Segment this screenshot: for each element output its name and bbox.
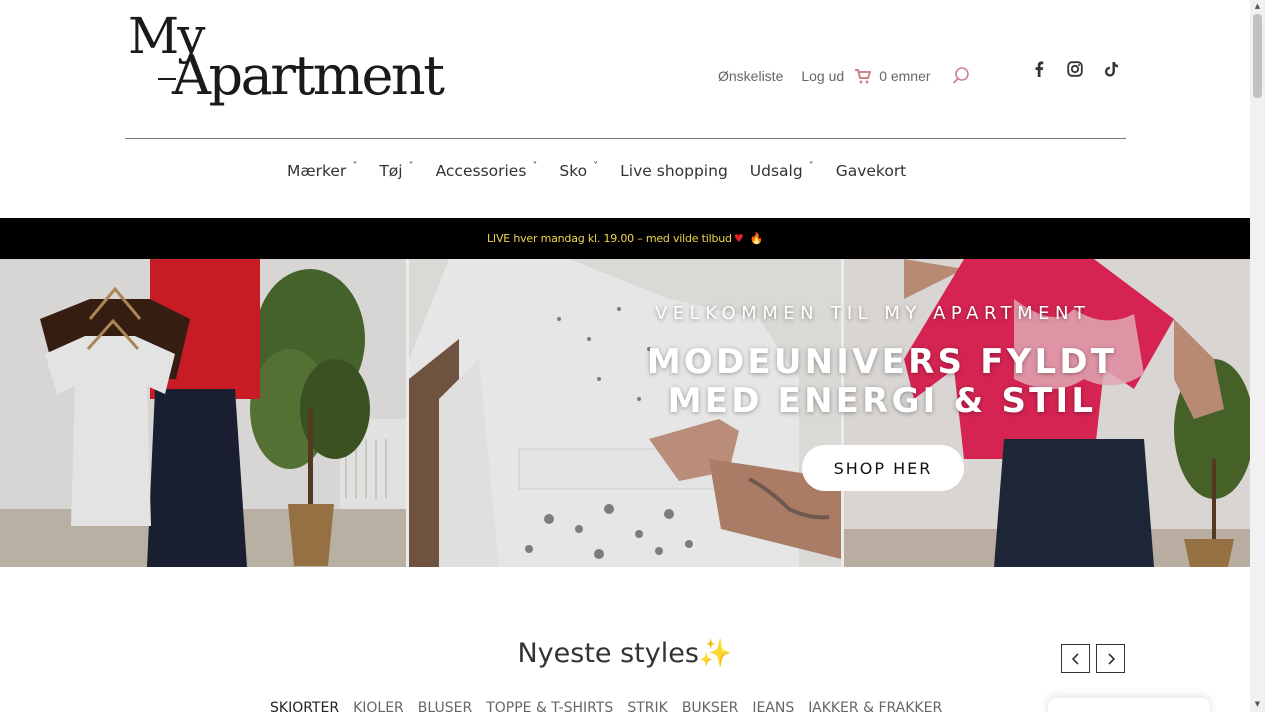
hero-title-line2: MED ENERGI & STIL: [667, 381, 1097, 421]
chevron-down-icon: ˅: [408, 160, 414, 172]
search-icon[interactable]: [951, 66, 971, 86]
nav-item-toej[interactable]: Tøj ˅: [379, 160, 414, 181]
hero-title-line1: MODEUNIVERS FYLDT: [646, 342, 1118, 382]
chevron-down-icon: ˅: [532, 160, 538, 172]
logout-link[interactable]: Log ud: [801, 68, 844, 84]
cart-count: 0 emner: [879, 68, 931, 84]
nav-item-maerker[interactable]: Mærker ˅: [287, 160, 358, 181]
main-navigation: Mærker ˅ Tøj ˅ Accessories ˅ Sko ˅ Live shop…: [287, 160, 928, 181]
category-tabs: SKJORTER KJOLER BLUSER TOPPE & T-SHIRTS …: [270, 700, 942, 712]
tab-bluser[interactable]: BLUSER: [418, 700, 472, 712]
chevron-down-icon: ˅: [352, 160, 358, 172]
tab-kjoler[interactable]: KJOLER: [353, 700, 404, 712]
shop-now-button[interactable]: SHOP HER: [802, 445, 964, 491]
hero-banner: VELKOMMEN TIL MY APARTMENT MODEUNIVERS F…: [0, 259, 1250, 567]
nav-item-sko[interactable]: Sko ˅: [559, 160, 599, 181]
site-logo[interactable]: My Apartment: [128, 10, 448, 110]
carousel-next-button[interactable]: [1096, 644, 1125, 673]
heart-icon: ♥: [733, 232, 744, 245]
logo-text-apartment: Apartment: [172, 44, 445, 107]
hero-subtitle: VELKOMMEN TIL MY APARTMENT: [655, 303, 1091, 324]
page-scrollbar[interactable]: ▲ ▼: [1250, 0, 1265, 712]
announcement-bar: LIVE hver mandag kl. 19.00 – med vilde t…: [0, 218, 1250, 259]
tab-bukser[interactable]: BUKSER: [682, 700, 739, 712]
nav-item-live-shopping[interactable]: Live shopping: [620, 162, 728, 180]
fire-icon: 🔥: [749, 232, 764, 245]
tab-jeans[interactable]: JEANS: [752, 700, 794, 712]
chevron-down-icon: ˅: [808, 160, 814, 172]
tiktok-icon[interactable]: [1102, 60, 1120, 78]
header-divider: [125, 138, 1126, 139]
floating-widget[interactable]: [1048, 698, 1210, 712]
sparkle-icon: ✨: [698, 638, 733, 669]
chevron-left-icon: [1071, 652, 1079, 665]
cart-icon: [855, 68, 872, 83]
nav-item-accessories[interactable]: Accessories ˅: [436, 160, 538, 181]
nav-item-gavekort[interactable]: Gavekort: [836, 162, 907, 180]
tab-strik[interactable]: STRIK: [627, 700, 667, 712]
carousel-prev-button[interactable]: [1061, 644, 1090, 673]
cart-link[interactable]: 0 emner: [854, 68, 931, 84]
tab-jakker-frakker[interactable]: JAKKER & FRAKKER: [808, 700, 942, 712]
tab-toppe-t-shirts[interactable]: TOPPE & T-SHIRTS: [486, 700, 613, 712]
hero-title: MODEUNIVERS FYLDT MED ENERGI & STIL: [640, 343, 1124, 421]
announcement-text: LIVE hver mandag kl. 19.00 – med vilde t…: [486, 232, 732, 245]
scroll-down-icon[interactable]: ▼: [1253, 700, 1262, 708]
wishlist-link[interactable]: Ønskeliste: [718, 68, 783, 84]
chevron-down-icon: ˅: [593, 160, 599, 172]
instagram-icon[interactable]: [1066, 60, 1084, 78]
social-links: [1030, 60, 1120, 78]
top-navigation: Ønskeliste Log ud 0 emner: [718, 66, 971, 86]
scrollbar-thumb[interactable]: [1253, 14, 1262, 98]
scroll-up-icon[interactable]: ▲: [1253, 2, 1262, 10]
chevron-right-icon: [1107, 652, 1115, 665]
nav-item-udsalg[interactable]: Udsalg ˅: [750, 160, 814, 181]
facebook-icon[interactable]: [1030, 60, 1048, 78]
tab-skjorter[interactable]: SKJORTER: [270, 700, 339, 712]
